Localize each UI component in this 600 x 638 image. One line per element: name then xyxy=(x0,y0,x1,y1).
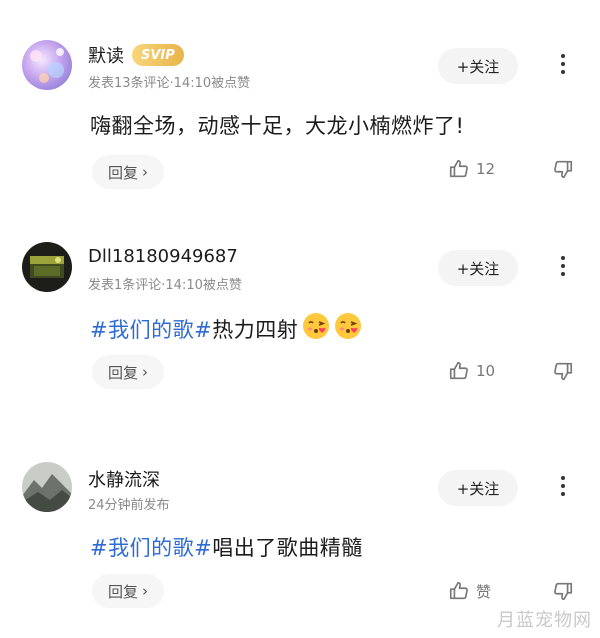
comment-meta: 发表1条评论·14:10被点赞 xyxy=(88,278,242,293)
more-options-icon[interactable] xyxy=(553,252,573,284)
like-button[interactable]: 12 xyxy=(448,158,495,180)
reply-button[interactable]: 回复 › xyxy=(92,355,164,389)
kiss-emoji-icon xyxy=(302,312,330,345)
follow-button[interactable]: +关注 xyxy=(438,250,518,286)
watermark: 月蓝宠物网 xyxy=(497,610,592,631)
topic-link[interactable]: #我们的歌# xyxy=(90,314,212,344)
like-count: 赞 xyxy=(476,582,492,601)
more-options-icon[interactable] xyxy=(553,472,573,504)
comment-meta: 24分钟前发布 xyxy=(88,498,170,513)
thumbs-up-icon xyxy=(449,361,468,380)
like-button[interactable]: 10 xyxy=(448,360,495,382)
comment-body: 唱出了歌曲精髓 xyxy=(212,536,363,560)
username[interactable]: 水静流深 xyxy=(88,466,160,492)
reply-label: 回复 xyxy=(107,582,138,601)
topic-link[interactable]: #我们的歌# xyxy=(90,532,212,562)
chevron-right-icon: › xyxy=(142,163,148,181)
reply-button[interactable]: 回复 › xyxy=(92,574,164,608)
dislike-button[interactable] xyxy=(552,580,574,606)
username[interactable]: Dll18180949687 xyxy=(88,246,238,267)
kiss-emoji-icon xyxy=(334,312,362,345)
thumbs-down-icon xyxy=(554,582,573,601)
comment-body: 嗨翻全场，动感十足，大龙小楠燃炸了! xyxy=(90,114,465,138)
comment-body: 热力四射 xyxy=(212,317,299,342)
comment-item: 水静流深 24分钟前发布 +关注 #我们的歌# 唱出了歌曲精髓 回复 › 赞 xyxy=(0,420,600,620)
chevron-right-icon: › xyxy=(142,363,148,381)
avatar[interactable] xyxy=(22,462,72,512)
comment-item: 默读 SVIP 发表13条评论·14:10被点赞 +关注 嗨翻全场，动感十足，大… xyxy=(0,0,600,200)
avatar[interactable] xyxy=(22,242,72,292)
thumbs-up-icon xyxy=(449,581,468,600)
thumbs-down-icon xyxy=(554,160,573,179)
comment-meta: 发表13条评论·14:10被点赞 xyxy=(88,76,251,91)
comment-text: #我们的歌# 热力四射 xyxy=(90,312,362,345)
follow-button[interactable]: +关注 xyxy=(438,48,518,84)
like-count: 10 xyxy=(476,362,496,380)
more-options-icon[interactable] xyxy=(553,50,573,82)
svip-badge: SVIP xyxy=(132,44,184,66)
dislike-button[interactable] xyxy=(552,158,574,184)
follow-button[interactable]: +关注 xyxy=(438,470,518,506)
like-button[interactable]: 赞 xyxy=(448,580,491,602)
chevron-right-icon: › xyxy=(142,582,148,600)
reply-label: 回复 xyxy=(107,363,138,382)
comment-text: 嗨翻全场，动感十足，大龙小楠燃炸了! xyxy=(90,110,464,140)
thumbs-up-icon xyxy=(449,159,468,178)
comment-item: Dll18180949687 发表1条评论·14:10被点赞 +关注 #我们的歌… xyxy=(0,200,600,400)
reply-label: 回复 xyxy=(107,163,138,182)
thumbs-down-icon xyxy=(554,362,573,381)
reply-button[interactable]: 回复 › xyxy=(92,155,164,189)
comment-text: #我们的歌# 唱出了歌曲精髓 xyxy=(90,532,363,562)
dislike-button[interactable] xyxy=(552,360,574,386)
like-count: 12 xyxy=(476,160,496,178)
avatar[interactable] xyxy=(22,40,72,90)
username[interactable]: 默读 xyxy=(88,42,124,68)
